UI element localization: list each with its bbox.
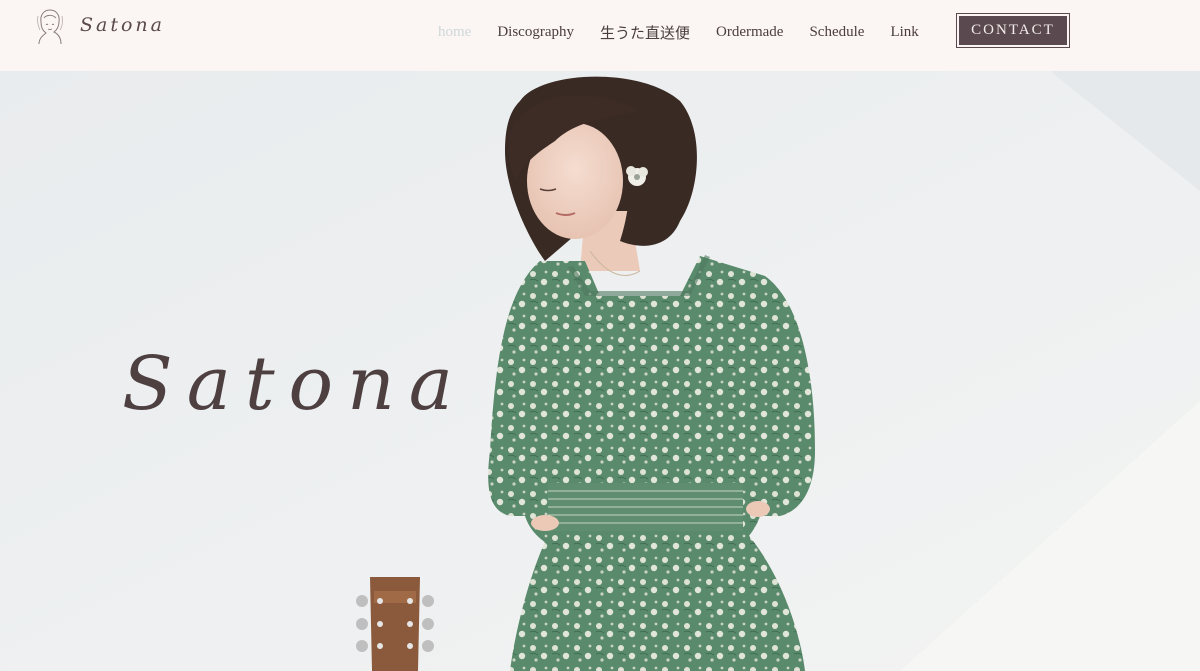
nav-schedule[interactable]: Schedule [809, 24, 864, 41]
nav-live-delivery[interactable]: 生うた直送便 [600, 22, 690, 43]
site-header: Satona home Discography 生うた直送便 Ordermade… [0, 0, 1200, 71]
hero-section: Satona [0, 71, 1200, 671]
nav-link[interactable]: Link [890, 24, 918, 41]
contact-button-label: CONTACT [959, 16, 1067, 45]
site-logo[interactable]: Satona [34, 6, 165, 46]
girl-sketch-icon [37, 9, 63, 45]
hero-title: Satona [122, 341, 467, 427]
main-nav: home Discography 生うた直送便 Ordermade Schedu… [438, 22, 919, 43]
nav-home[interactable]: home [438, 24, 471, 41]
contact-button[interactable]: CONTACT [956, 13, 1070, 48]
logo-wordmark: Satona [80, 14, 165, 36]
nav-ordermade[interactable]: Ordermade [716, 24, 783, 41]
nav-discography[interactable]: Discography [497, 24, 574, 41]
